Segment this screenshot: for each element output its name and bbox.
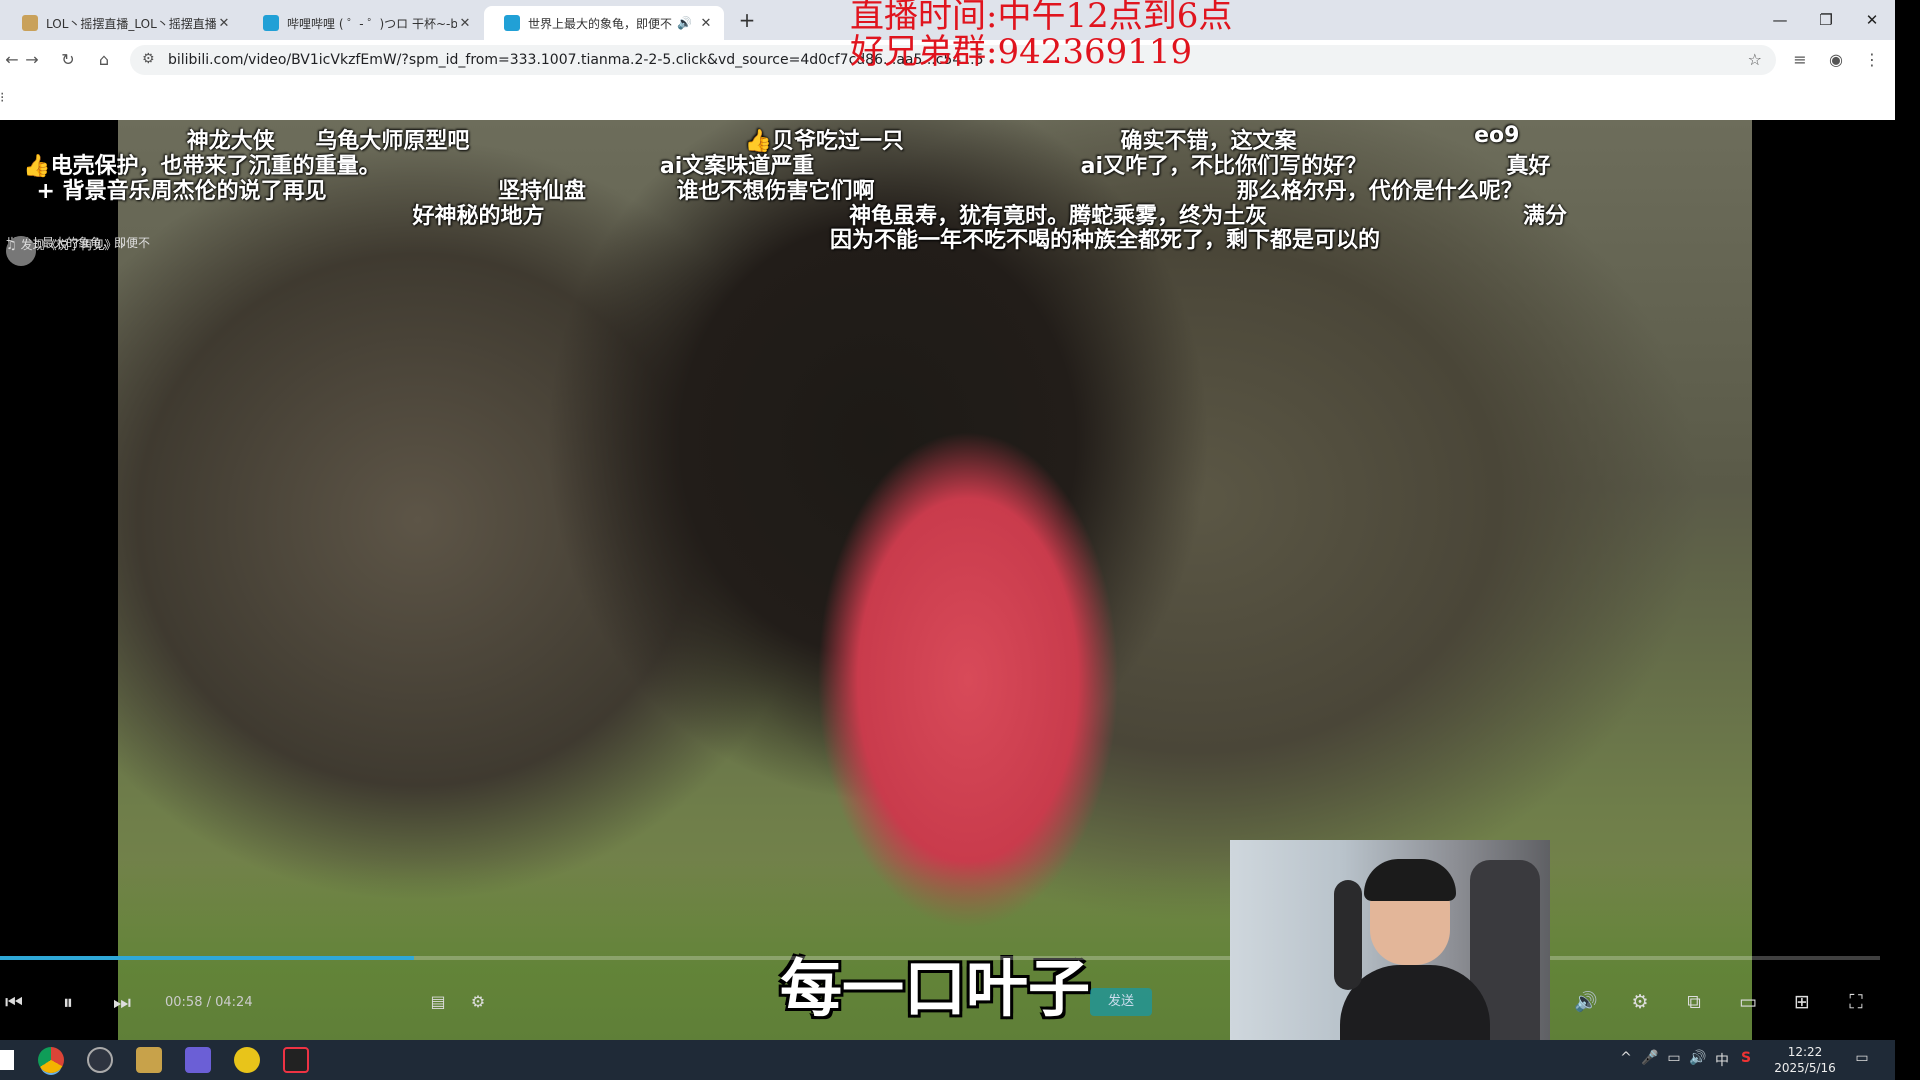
close-window-icon[interactable]: ✕ [1849,6,1895,34]
tab-title: 哔哩哔哩 ( ゜- ゜)つロ 干杯~-bi [287,16,457,31]
app-red-icon[interactable] [283,1047,309,1073]
fullscreen-icon[interactable]: ⛶ [1840,988,1872,1016]
video-player[interactable]: 世界上最大的象龟，即便不 ♫ 发现《说了再见》 › 神龙大侠 乌龟大师原型吧 👍贝爷… [0,120,1895,1040]
web-fullscreen-icon[interactable]: ⊞ [1786,988,1818,1016]
time-total: 04:24 [215,995,253,1010]
danmaku-comment[interactable]: 那么格尔丹，代价是什么呢？ [1237,173,1523,205]
profile-icon[interactable]: ◉ [1824,48,1848,72]
progress-bar[interactable] [0,956,1880,960]
league-client-icon[interactable] [136,1047,162,1073]
danmaku-settings-icon[interactable]: ⚙ [464,988,492,1016]
network-icon[interactable]: ▭ [1664,1050,1684,1066]
windows-taskbar: ^ 🎤 ▭ 🔊 中 S 12:22 2025/5/16 ▭ [0,1040,1900,1080]
media-controls-icon[interactable]: ≡ [1788,48,1812,72]
send-danmaku-button[interactable]: 发送 [1090,988,1152,1016]
chrome-icon[interactable] [38,1047,64,1073]
danmaku-comment[interactable]: 好神秘的地方 [413,198,545,230]
bilibili-favicon-icon [263,15,279,31]
volume-icon[interactable]: 🔊 [1570,988,1602,1016]
stream-schedule-text: 直播时间:中午12点到6点 [850,0,1233,36]
home-icon[interactable]: ⌂ [92,48,116,72]
restore-icon[interactable]: ❐ [1803,6,1849,34]
danmaku-comment[interactable]: 满分 [1523,198,1567,230]
obs-icon[interactable] [87,1047,113,1073]
close-icon[interactable]: ✕ [216,16,232,31]
close-icon[interactable]: ✕ [457,16,473,31]
clock-time: 12:22 [1787,1045,1823,1059]
apps-grid-icon[interactable]: ⁝ [0,90,4,106]
close-icon[interactable]: ✕ [698,16,714,31]
ime-indicator[interactable]: 中 [1712,1050,1732,1070]
tab-lol-live[interactable]: LOL丶摇摆直播_LOL丶摇摆直播 ✕ [2,6,242,40]
bookmark-star-icon[interactable]: ☆ [1748,50,1762,69]
screen-right-edge [1895,0,1920,1080]
music-tag[interactable]: ♫ 发现《说了再见》 › [6,236,125,253]
pause-icon[interactable]: ⏸ [54,988,82,1016]
fan-group-text: 好兄弟群:942369119 [850,32,1193,72]
time-display: 00:58 / 04:24 [165,995,253,1010]
tab-title: LOL丶摇摆直播_LOL丶摇摆直播 [46,16,216,31]
next-icon[interactable]: ⏭ [108,988,136,1016]
webcam-microphone [1334,880,1362,990]
site-info-icon[interactable]: ⚙ [142,51,155,67]
new-tab-button[interactable]: + [735,8,759,32]
bilibili-favicon-icon [504,15,520,31]
start-icon[interactable] [0,1050,14,1070]
video-subtitle: 每一口叶子 [780,952,1091,1025]
tab-bilibili-home[interactable]: 哔哩哔哩 ( ゜- ゜)つロ 干杯~-bi ✕ [243,6,483,40]
bookmarks-bar: ⁝ [0,80,1895,120]
danmaku-comment[interactable]: + 背景音乐周杰伦的说了再见 [37,173,327,205]
danmaku-toggle-icon[interactable]: ▤ [424,988,452,1016]
microphone-icon[interactable]: 🎤 [1640,1050,1660,1066]
forward-icon[interactable]: → [20,48,44,72]
tray-expand-icon[interactable]: ^ [1616,1050,1636,1066]
widescreen-icon[interactable]: ▭ [1732,988,1764,1016]
menu-icon[interactable]: ⋮ [1860,48,1884,72]
app-purple-icon[interactable] [185,1047,211,1073]
time-current: 00:58 [165,995,203,1010]
picture-in-picture-icon[interactable]: ⧉ [1678,988,1710,1016]
progress-fill [0,956,414,960]
previous-icon[interactable]: ⏮ [0,988,28,1016]
minimize-icon[interactable]: — [1757,6,1803,34]
taskbar-clock[interactable]: 12:22 2025/5/16 [1770,1044,1840,1076]
tab-video-active[interactable]: 世界上最大的象龟，即便不 🔊 ✕ [484,6,724,40]
danmaku-comment[interactable]: 因为不能一年不吃不喝的种族全都死了，剩下都是可以的 [830,222,1380,254]
clock-date: 2025/5/16 [1774,1061,1836,1075]
tab-title: 世界上最大的象龟，即便不 [528,16,673,31]
sogou-icon[interactable]: S [1736,1050,1756,1066]
time-separator: / [202,995,216,1010]
app-yellow-icon[interactable] [234,1047,260,1073]
reload-icon[interactable]: ↻ [56,48,80,72]
notification-icon[interactable]: ▭ [1852,1050,1872,1066]
volume-tray-icon[interactable]: 🔊 [1688,1050,1708,1066]
settings-gear-icon[interactable]: ⚙ [1624,988,1656,1016]
danmaku-comment[interactable]: 谁也不想伤害它们啊 [676,173,874,205]
danmaku-comment[interactable]: eo9 [1474,123,1519,148]
speaker-icon[interactable]: 🔊 [677,16,692,30]
lol-favicon-icon [22,15,38,31]
